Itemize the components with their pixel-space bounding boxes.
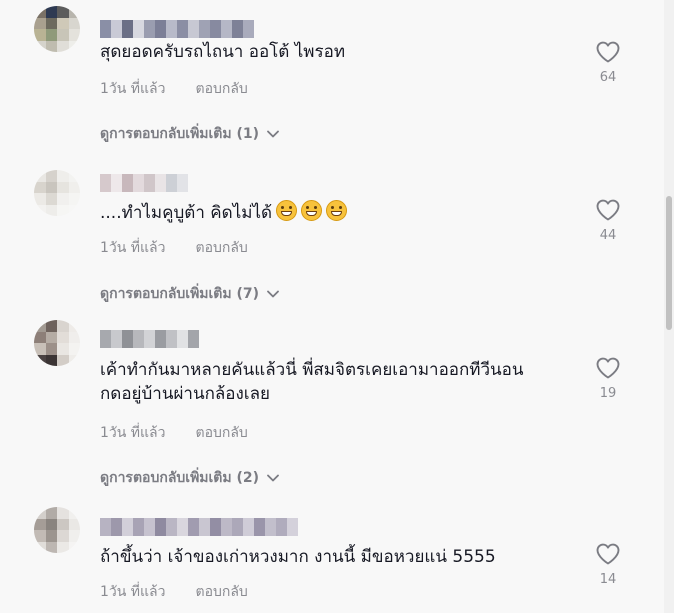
comment-time: 1วัน ที่แล้ว (100, 240, 166, 256)
view-more-replies-button[interactable]: ดูการตอบกลับเพิ่มเติม (1) (100, 123, 279, 145)
heart-outline-icon[interactable] (595, 198, 621, 222)
comment-meta: 1วัน ที่แล้ว ตอบกลับ (100, 581, 248, 603)
heart-outline-icon[interactable] (595, 542, 621, 566)
comment-meta: 1วัน ที่แล้ว ตอบกลับ (100, 422, 248, 444)
reply-button[interactable]: ตอบกลับ (195, 581, 247, 603)
like-count: 44 (599, 228, 617, 243)
reply-button[interactable]: ตอบกลับ (195, 422, 247, 444)
chevron-down-icon (267, 290, 279, 298)
comment-text: ถ้าขึ้นว่า เจ้าของเก่าหวงมาก งานนี้ มีขอ… (100, 547, 496, 567)
avatar[interactable] (34, 170, 80, 216)
username-redacted[interactable] (100, 20, 254, 38)
heart-outline-icon[interactable] (595, 40, 621, 64)
heart-outline-icon[interactable] (595, 356, 621, 380)
grinning-emoji-icon (276, 200, 298, 221)
comment-text-body: ....ทำไมคูบูต้า คิดไม่ได้ (100, 203, 273, 223)
comment-text: ....ทำไมคูบูต้า คิดไม่ได้ (100, 200, 560, 225)
view-more-replies-label: ดูการตอบกลับเพิ่มเติม (7) (100, 286, 260, 302)
reply-button[interactable]: ตอบกลับ (195, 78, 247, 100)
comment-time: 1วัน ที่แล้ว (100, 81, 166, 97)
reply-button[interactable]: ตอบกลับ (195, 237, 247, 259)
like-count: 14 (599, 572, 617, 587)
vertical-scrollbar[interactable] (664, 0, 674, 613)
like-count: 19 (599, 386, 617, 401)
comment-meta: 1วัน ที่แล้ว ตอบกลับ (100, 237, 248, 259)
view-more-replies-label: ดูการตอบกลับเพิ่มเติม (1) (100, 126, 260, 142)
like-control: 19 (594, 356, 622, 401)
comment-time: 1วัน ที่แล้ว (100, 584, 166, 600)
comment-text: เค้าทำกันมาหลายคันแล้วนี่ พี่สมจิตรเคยเอ… (100, 360, 524, 404)
grinning-emoji-icon (326, 200, 348, 221)
view-more-replies-button[interactable]: ดูการตอบกลับเพิ่มเติม (2) (100, 467, 279, 489)
like-control: 44 (594, 198, 622, 243)
comment-text: สุดยอดครับรถไถนา ออโต้ ไพรอท (100, 42, 346, 62)
username-redacted[interactable] (100, 174, 188, 192)
comment-meta: 1วัน ที่แล้ว ตอบกลับ (100, 78, 248, 100)
scrollbar-thumb[interactable] (666, 196, 672, 330)
chevron-down-icon (267, 130, 279, 138)
view-more-replies-button[interactable]: ดูการตอบกลับเพิ่มเติม (7) (100, 283, 279, 305)
view-more-replies-label: ดูการตอบกลับเพิ่มเติม (2) (100, 470, 260, 486)
comment-time: 1วัน ที่แล้ว (100, 425, 166, 441)
avatar[interactable] (34, 320, 80, 366)
grinning-emoji-icon (301, 200, 323, 221)
like-control: 14 (594, 542, 622, 587)
like-count: 64 (599, 70, 617, 85)
like-control: 64 (594, 40, 622, 85)
username-redacted[interactable] (100, 518, 298, 536)
username-redacted[interactable] (100, 330, 199, 348)
avatar[interactable] (34, 6, 80, 52)
chevron-down-icon (267, 474, 279, 482)
avatar[interactable] (34, 507, 80, 553)
